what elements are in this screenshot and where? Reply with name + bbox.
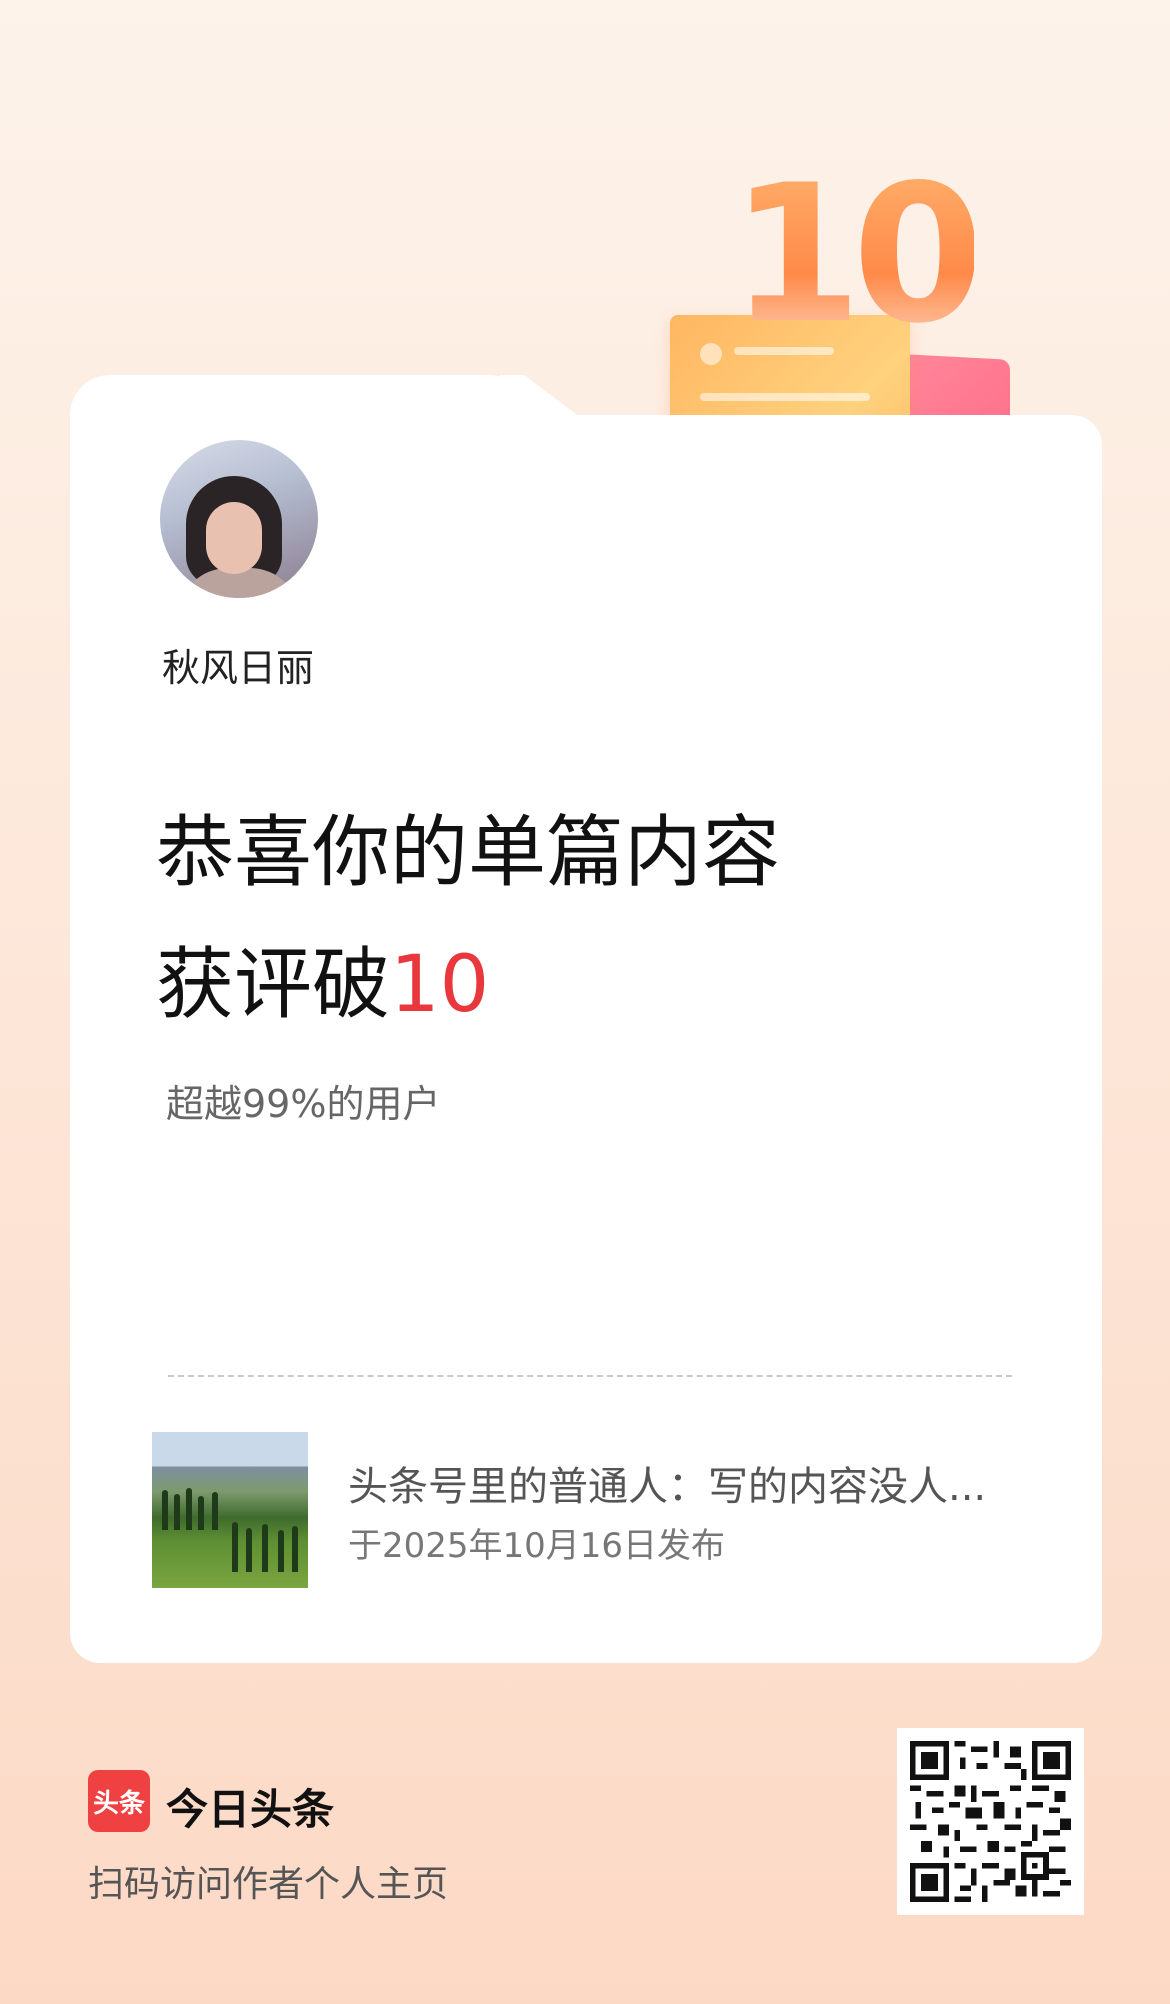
headline-prefix: 获评破	[156, 940, 391, 1030]
dashed-divider	[168, 1375, 1012, 1377]
headline-number: 10	[390, 940, 490, 1030]
article-title[interactable]: 头条号里的普通人：写的内容没人...	[348, 1454, 986, 1512]
app-name: 今日头条	[166, 1785, 335, 1834]
toutiao-logo-icon: 头条	[88, 1770, 150, 1832]
article-thumbnail[interactable]	[152, 1432, 308, 1588]
headline-line-2: 获评破10	[156, 919, 780, 1051]
rank-subtitle: 超越99%的用户	[166, 1082, 441, 1126]
headline-line-1: 恭喜你的单篇内容	[156, 808, 781, 898]
badge-number: 10	[730, 144, 984, 365]
qr-caption: 扫码访问作者个人主页	[88, 1864, 449, 1905]
qr-code-icon[interactable]	[897, 1728, 1084, 1915]
avatar[interactable]	[160, 440, 318, 598]
author-name[interactable]: 秋风日丽	[162, 637, 314, 692]
article-item[interactable]: 头条号里的普通人：写的内容没人... 于2025年10月16日发布	[152, 1432, 1032, 1592]
article-date: 于2025年10月16日发布	[348, 1526, 726, 1566]
achievement-card: 秋风日丽 恭喜你的单篇内容 获评破10 超越99%的用户 头条号里的普通人：写的…	[70, 375, 1102, 1663]
achievement-headline: 恭喜你的单篇内容 获评破10	[156, 787, 780, 1051]
